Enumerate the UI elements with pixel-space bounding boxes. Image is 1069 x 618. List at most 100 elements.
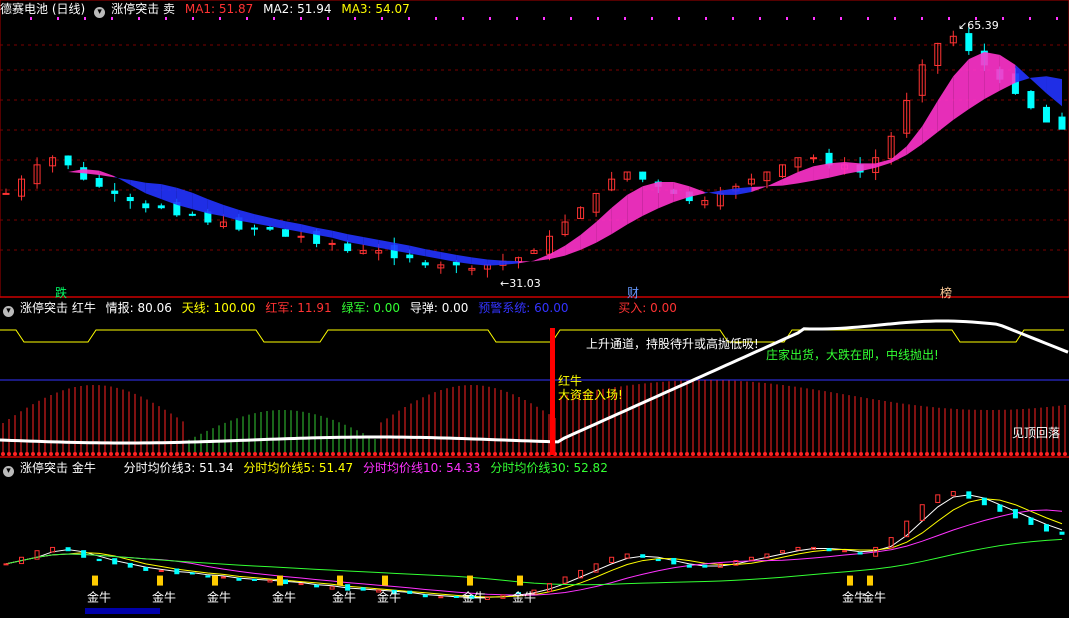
base-dot <box>577 452 581 456</box>
ma-ribbon <box>99 170 115 178</box>
base-dot <box>913 452 917 456</box>
mini-candle <box>205 575 211 578</box>
signal-dot <box>570 17 572 20</box>
base-dot <box>607 452 611 456</box>
mini-candle <box>96 558 102 562</box>
base-dot <box>253 452 257 456</box>
base-dot <box>73 452 77 456</box>
base-dot <box>619 452 623 456</box>
signal-dot <box>651 17 653 20</box>
mini-candle <box>267 579 273 583</box>
base-dot <box>667 452 671 456</box>
ma-ribbon <box>21 179 38 187</box>
gold-bull-bar <box>337 575 343 586</box>
distribution-note: 庄家出货，大跌在即，中线抛出! <box>766 348 939 362</box>
mini-candle <box>997 504 1003 512</box>
mini-candle <box>702 564 708 568</box>
ma-ribbon <box>440 252 457 262</box>
candle <box>142 203 150 209</box>
base-dot <box>631 452 635 456</box>
candle <box>328 242 336 245</box>
base-dot <box>625 452 629 456</box>
base-dot <box>397 452 401 456</box>
base-dot <box>1063 452 1067 456</box>
ma-ribbon <box>984 52 1000 100</box>
signal-dot <box>786 17 788 20</box>
base-dot <box>763 452 767 456</box>
base-dot <box>613 452 617 456</box>
base-dot <box>649 452 653 456</box>
ma-ribbon <box>953 59 969 120</box>
panel3-indicator: 涨停突击 金牛 <box>20 461 96 475</box>
base-dot <box>265 452 269 456</box>
candle <box>282 229 290 237</box>
base-dot <box>991 452 995 456</box>
ma-ribbon <box>192 192 208 214</box>
mini-candle <box>1043 524 1049 532</box>
base-dot <box>901 452 905 456</box>
mini-candle <box>857 552 863 555</box>
gold-bull-bar <box>212 575 218 586</box>
gold-bull-bar <box>847 575 853 586</box>
ma-ribbon <box>471 257 488 266</box>
candle <box>825 152 833 166</box>
missile-value: 导弹: 0.00 <box>409 301 469 315</box>
base-dot <box>817 452 821 456</box>
base-dot <box>181 452 185 456</box>
ma-ribbon <box>52 172 69 174</box>
ma-ribbon <box>37 173 53 180</box>
big-money-note: 大资金入场! <box>558 388 623 402</box>
signal-dot <box>435 17 437 20</box>
base-dot <box>847 452 851 456</box>
base-dot <box>925 452 929 456</box>
collapse-icon[interactable]: ▾ <box>94 7 106 18</box>
candle <box>297 235 305 238</box>
mini-candle <box>981 497 987 506</box>
ma-ribbon <box>596 207 612 243</box>
low-price-label: ←31.03 <box>500 277 541 290</box>
base-dot <box>583 452 587 456</box>
base-dot <box>985 452 989 456</box>
base-dot <box>169 452 173 456</box>
ma-ribbon <box>347 234 364 245</box>
base-dot <box>379 452 383 456</box>
mini-candle <box>826 548 832 552</box>
signal-dot <box>894 17 896 20</box>
base-dot <box>685 452 689 456</box>
mini-candle <box>671 557 677 565</box>
candle <box>2 192 10 195</box>
base-dot <box>541 452 545 456</box>
base-dot <box>307 452 311 456</box>
ma-ribbon <box>1030 76 1047 94</box>
ma-ribbon <box>611 194 628 235</box>
collapse-icon[interactable]: ▾ <box>3 466 14 477</box>
signal-dot <box>867 17 869 20</box>
base-dot <box>139 452 143 456</box>
mini-candle <box>251 578 257 581</box>
base-dot <box>955 452 959 456</box>
mini-candle <box>407 590 413 594</box>
signal-dot <box>462 17 464 20</box>
candle <box>157 205 165 209</box>
avg10-value: 分时均价线10: 54.33 <box>363 461 481 475</box>
mini-candle <box>236 577 242 581</box>
info-curve <box>0 319 1069 445</box>
candle <box>344 243 352 252</box>
base-dot <box>1039 452 1043 456</box>
panel2-indicator: 涨停突击 红牛 <box>20 301 96 315</box>
gold-bull-bar <box>157 575 163 586</box>
mini-candle <box>360 587 366 591</box>
gold-bull-label: 金牛 <box>862 590 886 605</box>
base-dot <box>481 452 485 456</box>
mini-candle <box>966 491 972 499</box>
avg30-value: 分时均价线30: 52.82 <box>490 461 608 475</box>
gold-bull-bar <box>467 575 473 586</box>
gold-bull-label: 金牛 <box>377 590 401 605</box>
candle <box>64 155 72 166</box>
mini-candle <box>314 584 320 588</box>
base-dot <box>103 452 107 456</box>
high-price-label: ↙65.39 <box>958 19 999 32</box>
ma-ribbon <box>502 260 519 265</box>
base-dot <box>55 452 59 456</box>
collapse-icon[interactable]: ▾ <box>3 306 14 317</box>
